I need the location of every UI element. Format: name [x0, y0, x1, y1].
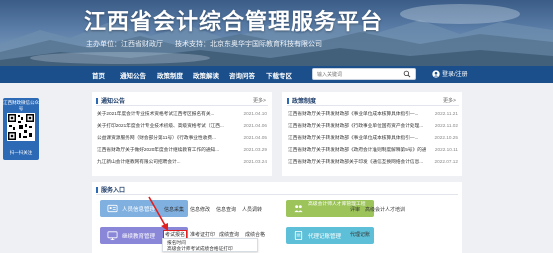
list-item[interactable]: 江西省财政厅关于做好2020年度会计继续教育工作的通知... 2021.03.29: [97, 147, 267, 155]
list-item-date: 2021.04.05: [243, 135, 267, 140]
transfer-link[interactable]: 人员调转: [242, 206, 262, 213]
list-item[interactable]: 江西省财政厅关于转发财政部《政府会计准则制度解释第5号》的通知 2022.10.1…: [288, 147, 458, 155]
nav-qa[interactable]: 咨询问答: [229, 70, 255, 80]
tile-label: 继续教育管理: [122, 234, 156, 240]
tile-label: 人员信息管理: [122, 207, 156, 213]
list-item[interactable]: 关于2021年度会计专业技术资格考试江西考区报名有关... 2021.04.10: [97, 111, 267, 119]
policies-divider: [287, 105, 459, 106]
list-item-date: 2022.11.02: [434, 123, 458, 128]
list-item[interactable]: 公益课资源服务网（财会部分第11号）《行政事业性收费... 2021.04.05: [97, 135, 267, 143]
info-query-link[interactable]: 信息查询: [216, 206, 236, 213]
list-item-title: 九江新山会计继教网有限公司招聘会计...: [97, 159, 181, 164]
review-link[interactable]: 评审: [350, 206, 360, 213]
senior-accountant-tile[interactable]: 高级会计师人才库管理工程: [286, 200, 374, 217]
main-nav: 首页 通知公告 政策制度 政策解读 咨询问答 下载专区: [0, 66, 553, 83]
qr-footer: 扫一扫关注: [9, 150, 33, 155]
notices-heading: 通知公告: [96, 96, 125, 105]
list-item-title: 公益课资源服务网（财会部分第11号）《行政事业性收费...: [97, 135, 216, 140]
host-label: 主办单位：江西省财政厅: [86, 41, 163, 48]
nav-policies[interactable]: 政策制度: [157, 70, 183, 80]
list-item-title: 江西省财政厅关于转发财政部《事业单位成本核算具体指引—...: [288, 135, 419, 140]
list-item-date: 2021.03.24: [243, 159, 267, 164]
qr-title: 江西财政微信公众号: [3, 100, 39, 111]
login-label: 登录/注册: [442, 72, 468, 78]
people-icon: [294, 205, 303, 213]
qr-widget: 江西财政微信公众号 扫一扫关注: [3, 98, 39, 160]
nav-downloads[interactable]: 下载专区: [266, 70, 292, 80]
document-icon: [294, 230, 303, 241]
qr-code-image: [7, 113, 35, 141]
admission-ticket-print-link[interactable]: 准考证打印: [190, 231, 215, 238]
notices-divider: [96, 105, 268, 106]
list-item-date: 2022.10.25: [434, 135, 458, 140]
login-link[interactable]: 登录/注册: [432, 69, 468, 78]
search-box: [312, 68, 416, 80]
bookkeeping-link[interactable]: 代理记账: [350, 231, 370, 238]
search-icon[interactable]: [403, 70, 411, 78]
info-edit-link[interactable]: 信息修改: [190, 206, 210, 213]
list-item-date: 2021.03.29: [243, 147, 267, 152]
list-item-date: 2022.07.12: [434, 159, 458, 164]
list-item[interactable]: 江西省财政厅关于转发财政部关于印发《通信互换网络会计信息... 2022.07.1…: [288, 159, 458, 167]
list-item[interactable]: 江西省财政厅关于转发财政部《事业单位成本核算具体指引—... 2022.11.21: [288, 111, 458, 119]
list-item-title: 江西省财政厅关于转发财政部关于印发《通信互换网络会计信息...: [288, 159, 424, 164]
policies-heading: 政策制度: [287, 96, 316, 105]
monitor-icon: [107, 231, 118, 241]
score-query-link[interactable]: 成绩查询: [219, 231, 239, 238]
site-subtitle: 主办单位：江西省财政厅 技术支持：北京东奥华宇国际教育科技有限公司: [86, 39, 322, 49]
dropdown-item-certificate-print[interactable]: 高级会计师考试成绩合格证打印: [167, 246, 233, 252]
list-item-title: 关于打印2021年度会计专业技术初级、高级资格考试（江西...: [97, 123, 224, 128]
policies-more-link[interactable]: 更多>: [443, 97, 456, 104]
nav-interpretation[interactable]: 政策解读: [193, 70, 219, 80]
id-card-icon: [107, 204, 118, 213]
talent-training-link[interactable]: 高级会计人才培训: [365, 206, 405, 213]
notices-more-link[interactable]: 更多>: [253, 97, 266, 104]
list-item-title: 江西省财政厅关于转发财政部《政府会计准则制度解释第5号》的通知: [288, 147, 426, 152]
services-heading: 服务入口: [96, 185, 125, 194]
support-label: 技术支持：北京东奥华宇国际教育科技有限公司: [174, 41, 322, 48]
list-item-title: 江西省财政厅关于转发财政部《事业单位成本核算具体指引—...: [288, 111, 419, 116]
site-title: 江西省会计综合管理服务平台: [84, 10, 384, 35]
list-item[interactable]: 江西省财政厅关于转发财政部《行政事业单位国有资产会计处理... 2022.11.0…: [288, 123, 458, 131]
header-banner: 江西省会计综合管理服务平台 主办单位：江西省财政厅 技术支持：北京东奥华宇国际教…: [0, 0, 553, 66]
list-item[interactable]: 关于打印2021年度会计专业技术初级、高级资格考试（江西... 2021.04.0…: [97, 123, 267, 131]
services-divider: [96, 194, 458, 195]
tile-label: 代理记账管理: [308, 234, 342, 240]
exam-dropdown-menu: 报名时间 高级会计师考试成绩合格证打印: [162, 238, 258, 252]
list-item-date: 2021.04.10: [243, 111, 267, 116]
list-item-title: 江西省财政厅关于做好2020年度会计继续教育工作的通知...: [97, 147, 220, 152]
nav-notices[interactable]: 通知公告: [120, 70, 146, 80]
list-item-date: 2021.04.06: [243, 123, 267, 128]
info-collect-link[interactable]: 信息采集: [164, 206, 184, 213]
list-item-date: 2022.11.21: [434, 111, 458, 116]
list-item-title: 关于2021年度会计专业技术资格考试江西考区报名有关...: [97, 111, 215, 116]
user-icon: [432, 70, 440, 78]
score-qualified-link[interactable]: 成绩合格: [245, 231, 265, 238]
list-item[interactable]: 江西省财政厅关于转发财政部《事业单位成本核算具体指引—... 2022.10.25: [288, 135, 458, 143]
nav-home[interactable]: 首页: [92, 70, 105, 80]
list-item-title: 江西省财政厅关于转发财政部《行政事业单位国有资产会计处理...: [288, 123, 424, 128]
search-input[interactable]: [317, 71, 397, 78]
page: { "header": { "title": "江西省会计综合管理服务平台", …: [0, 0, 553, 253]
list-item[interactable]: 九江新山会计继教网有限公司招聘会计... 2021.03.24: [97, 159, 267, 167]
list-item-date: 2022.10.11: [434, 147, 458, 152]
